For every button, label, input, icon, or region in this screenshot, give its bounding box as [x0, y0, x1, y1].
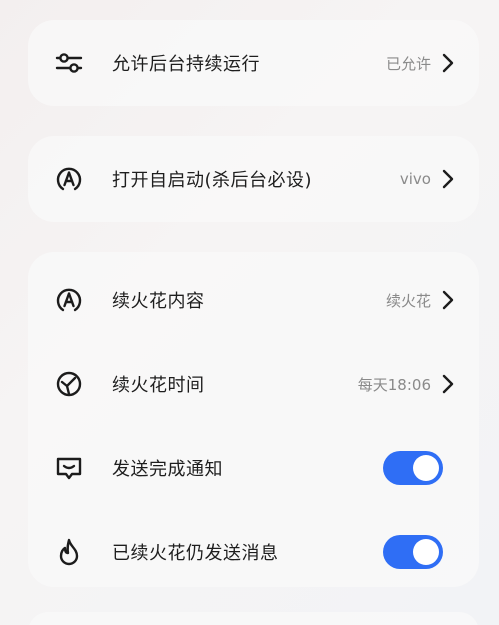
a-badge-icon [54, 164, 84, 194]
row-value: 已允许 [385, 54, 431, 73]
row-streak-time[interactable]: 续火花时间 每天18:06 [28, 354, 479, 414]
toggle-knob [413, 539, 439, 565]
row-label: 续火花时间 [112, 375, 205, 396]
row-label: 已续火花仍发送消息 [112, 543, 279, 564]
continue-send-toggle[interactable] [383, 535, 443, 569]
row-value: vivo [399, 170, 431, 188]
row-label: 发送完成通知 [112, 459, 223, 480]
flame-icon [54, 537, 84, 567]
a-badge-icon [54, 285, 84, 315]
chevron-right-icon [439, 51, 457, 75]
row-value: 续火花 [385, 291, 431, 310]
send-notify-toggle[interactable] [383, 451, 443, 485]
clock-icon [54, 369, 84, 399]
row-value: 每天18:06 [357, 375, 431, 394]
message-icon [54, 453, 84, 483]
row-send-notify: 发送完成通知 [28, 438, 479, 498]
row-background-run[interactable]: 允许后台持续运行 已允许 [28, 33, 479, 93]
row-auto-start[interactable]: 打开自启动(杀后台必设) vivo [28, 149, 479, 209]
row-label: 续火花内容 [112, 291, 205, 312]
chevron-right-icon [439, 372, 457, 396]
settings-card-streak: 续火花内容 续火花 续火花时间 每天18:06 发送完成通知 已续火花仍发送消息 [28, 252, 479, 587]
settings-card-background: 允许后台持续运行 已允许 [28, 20, 479, 106]
settings-card-autostart: 打开自启动(杀后台必设) vivo [28, 136, 479, 222]
chevron-right-icon [439, 288, 457, 312]
row-label: 打开自启动(杀后台必设) [112, 170, 313, 191]
next-card-edge [28, 612, 479, 625]
row-streak-content[interactable]: 续火花内容 续火花 [28, 270, 479, 330]
row-continue-send: 已续火花仍发送消息 [28, 522, 479, 582]
toggle-knob [413, 455, 439, 481]
chevron-right-icon [439, 167, 457, 191]
sliders-icon [54, 48, 84, 78]
row-label: 允许后台持续运行 [112, 54, 260, 75]
